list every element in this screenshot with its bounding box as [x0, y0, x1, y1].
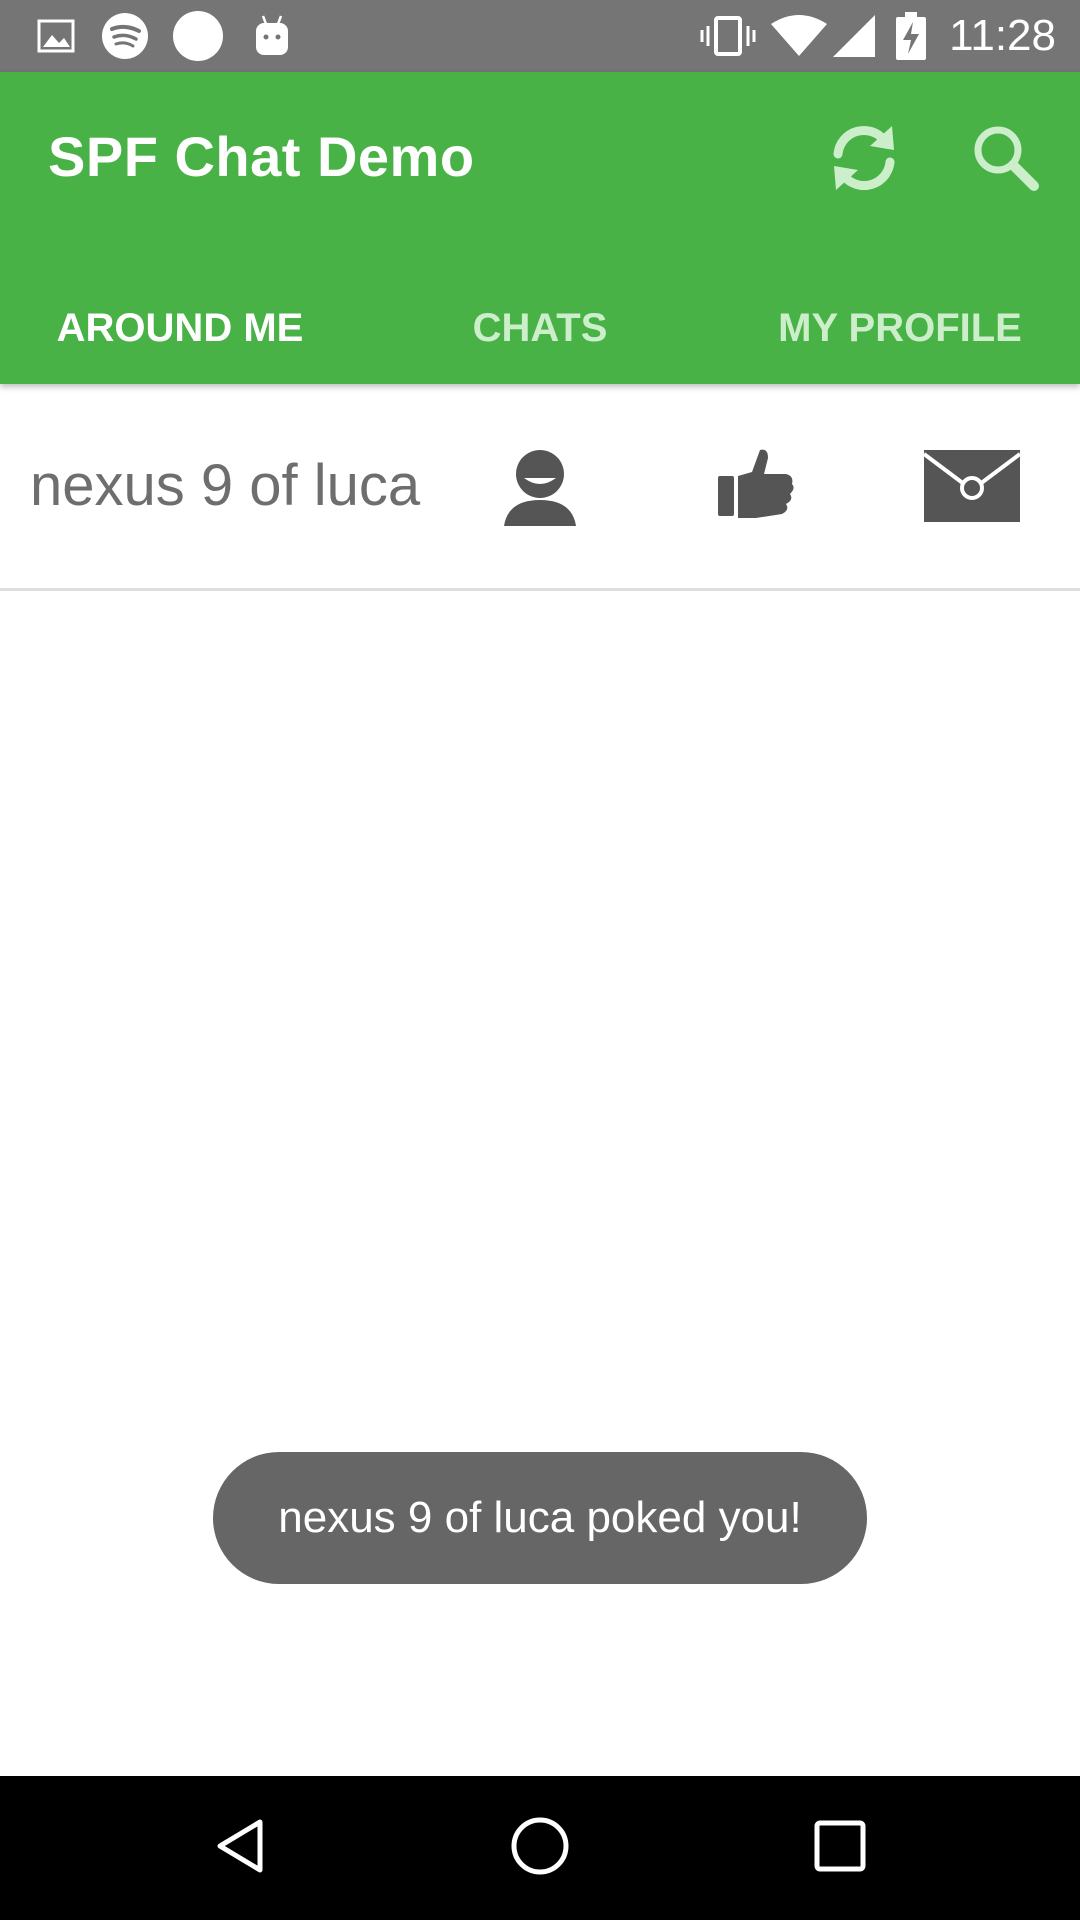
poke-button[interactable] [704, 436, 808, 540]
app-bar: SPF Chat Demo AROUND ME CHATS MY PROFILE [0, 72, 1080, 384]
app-title: SPF Chat Demo [48, 125, 475, 188]
refresh-button[interactable] [816, 112, 912, 208]
search-icon [970, 122, 1042, 199]
circle-notification-icon [172, 0, 224, 72]
tab-around-me[interactable]: AROUND ME [0, 272, 360, 384]
spotify-icon [100, 0, 150, 72]
status-bar: 11:28 [0, 0, 1080, 72]
wifi-icon [770, 0, 828, 72]
message-button[interactable] [920, 436, 1024, 540]
home-button[interactable] [492, 1800, 588, 1896]
toast-message: nexus 9 of luca poked you! [213, 1452, 867, 1584]
back-icon [210, 1816, 270, 1881]
message-envelope-icon [922, 449, 1022, 527]
poke-thumbs-up-icon [716, 446, 796, 531]
search-button[interactable] [958, 112, 1054, 208]
vibrate-icon [700, 0, 756, 72]
tab-chats[interactable]: CHATS [360, 272, 720, 384]
android-icon [252, 0, 292, 72]
refresh-icon [826, 120, 902, 201]
battery-charging-icon [894, 0, 928, 72]
tab-bar: AROUND ME CHATS MY PROFILE [0, 272, 1080, 384]
view-profile-button[interactable] [488, 436, 592, 540]
status-time: 11:28 [949, 11, 1056, 60]
gallery-icon [36, 0, 76, 72]
list-item[interactable]: nexus 9 of luca [0, 384, 1080, 591]
tab-my-profile[interactable]: MY PROFILE [720, 272, 1080, 384]
back-button[interactable] [192, 1800, 288, 1896]
navigation-bar [0, 1776, 1080, 1920]
toast-text: nexus 9 of luca poked you! [278, 1493, 802, 1542]
cell-signal-icon [832, 0, 876, 72]
recents-icon [812, 1818, 868, 1879]
home-icon [509, 1815, 571, 1882]
recents-button[interactable] [792, 1800, 888, 1896]
peer-name: nexus 9 of luca [30, 453, 421, 518]
profile-icon [500, 446, 580, 531]
